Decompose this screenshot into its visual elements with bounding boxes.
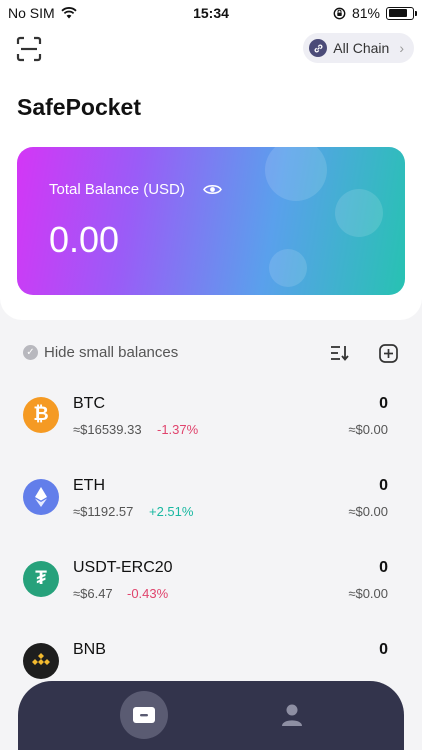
sort-icon[interactable] <box>330 344 350 362</box>
chain-selector-button[interactable]: All Chain › <box>303 33 414 63</box>
page-title: SafePocket <box>17 94 142 120</box>
asset-list-header: ✓ Hide small balances <box>0 320 422 386</box>
bitcoin-icon: ₿ <box>23 397 59 433</box>
battery-fill <box>388 9 408 17</box>
tether-icon: ₮ <box>23 561 59 597</box>
asset-amount: 0 <box>379 395 388 412</box>
asset-row-usdt[interactable]: ₮ USDT-ERC20 ≈$6.47 -0.43% 0 ≈$0.00 <box>0 556 422 638</box>
balance-label: Total Balance (USD) <box>49 181 185 198</box>
asset-symbol: BNB <box>73 641 106 658</box>
decor-coin-icon <box>269 249 307 287</box>
decor-coin-icon <box>335 189 383 237</box>
balance-card: Total Balance (USD) 0.00 <box>17 147 405 295</box>
profile-icon <box>282 704 302 726</box>
bnb-icon <box>23 643 59 679</box>
scan-icon[interactable] <box>16 36 42 62</box>
asset-price: ≈$16539.33 <box>73 422 142 437</box>
ethereum-icon <box>23 479 59 515</box>
orientation-lock-icon <box>333 7 346 19</box>
asset-symbol: BTC <box>73 395 105 412</box>
asset-amount: 0 <box>379 559 388 576</box>
asset-value: ≈$0.00 <box>348 586 388 601</box>
chain-selector-label: All Chain <box>333 40 390 56</box>
asset-value: ≈$0.00 <box>348 422 388 437</box>
decor-coin-icon <box>265 147 327 201</box>
hide-small-balances-label: Hide small balances <box>44 344 179 361</box>
asset-row-eth[interactable]: ETH ≈$1192.57 +2.51% 0 ≈$0.00 <box>0 474 422 556</box>
asset-amount: 0 <box>379 641 388 658</box>
check-icon: ✓ <box>23 345 38 360</box>
tab-profile[interactable] <box>278 701 306 729</box>
tab-wallet[interactable] <box>120 691 168 739</box>
header-section: All Chain › SafePocket Total Balance (US… <box>0 26 422 320</box>
add-token-icon[interactable] <box>379 344 398 363</box>
link-icon <box>309 39 328 57</box>
status-right: 81% <box>333 5 417 21</box>
asset-value: ≈$0.00 <box>348 504 388 519</box>
asset-row-btc[interactable]: ₿ BTC ≈$16539.33 -1.37% 0 ≈$0.00 <box>0 392 422 474</box>
battery-percent: 81% <box>351 5 380 21</box>
balance-label-row: Total Balance (USD) <box>49 181 222 198</box>
asset-change: -1.37% <box>157 422 199 437</box>
battery-icon <box>386 6 417 20</box>
chevron-right-icon: › <box>399 40 404 56</box>
tab-bar <box>18 681 404 750</box>
total-balance-value: 0.00 <box>49 219 120 260</box>
status-bar: No SIM 15:34 81% <box>0 0 422 26</box>
asset-amount: 0 <box>379 477 388 494</box>
asset-symbol: ETH <box>73 477 105 494</box>
asset-change: -0.43% <box>127 586 169 601</box>
asset-symbol: USDT-ERC20 <box>73 559 173 576</box>
asset-price: ≈$6.47 <box>73 586 113 601</box>
eye-icon[interactable] <box>202 183 222 196</box>
wallet-icon <box>133 707 155 723</box>
asset-price: ≈$1192.57 <box>73 504 134 519</box>
hide-small-balances-toggle[interactable]: ✓ Hide small balances <box>23 344 178 361</box>
asset-change: +2.51% <box>149 504 194 519</box>
